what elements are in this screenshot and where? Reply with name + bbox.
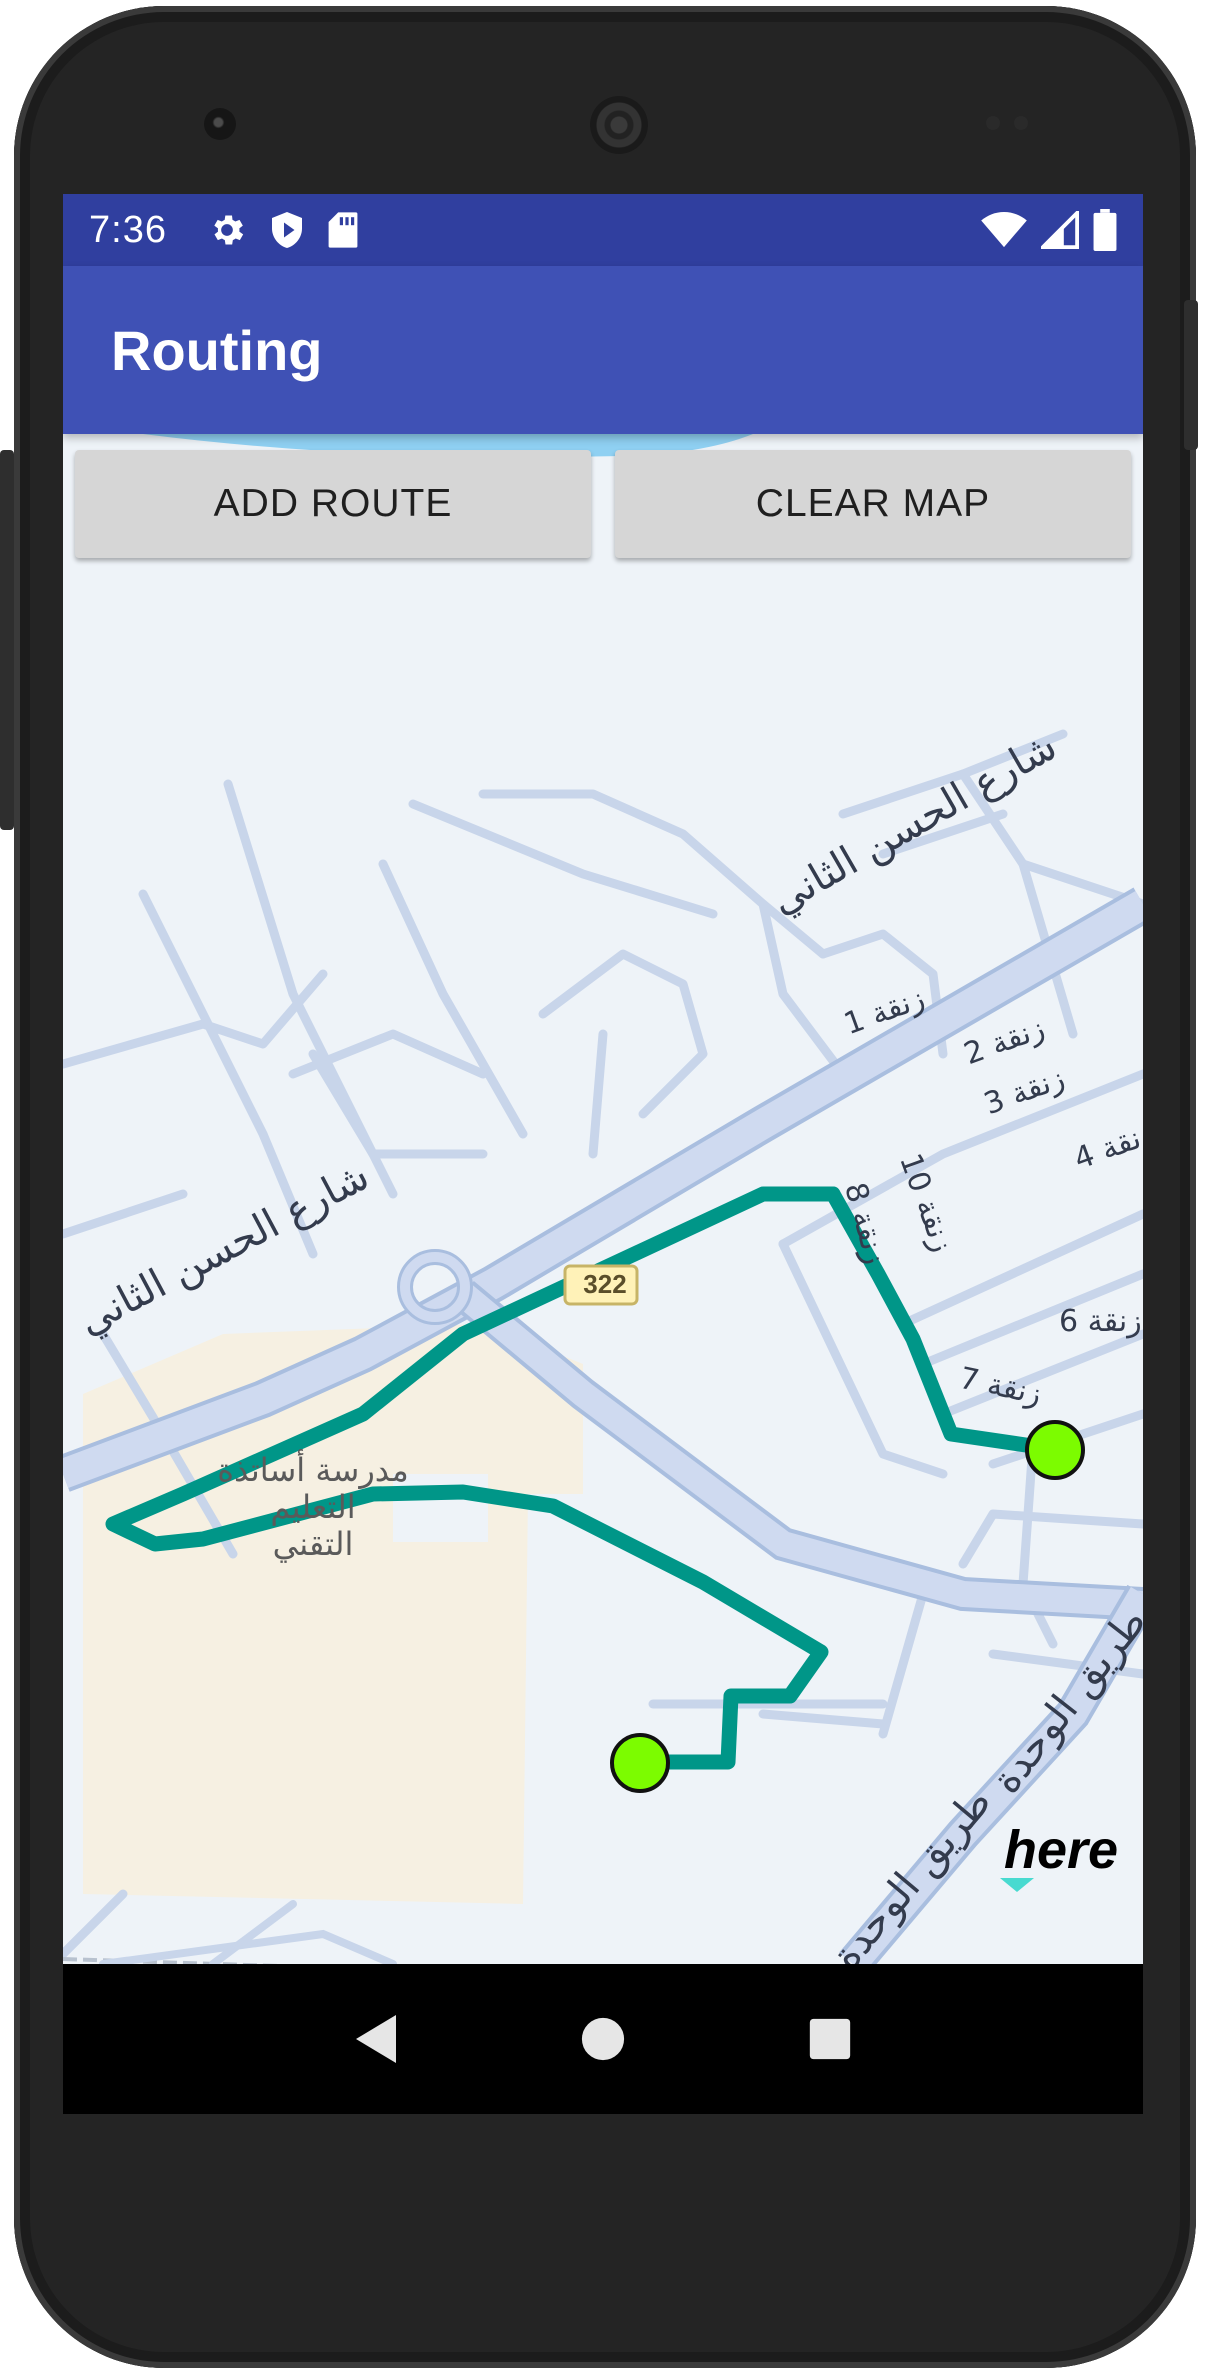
sd-card-icon xyxy=(327,210,359,250)
map-view[interactable] xyxy=(63,434,1143,1964)
here-logo: here xyxy=(998,1816,1118,1900)
light-sensor xyxy=(1014,116,1028,130)
volume-button xyxy=(0,450,14,830)
proximity-sensor xyxy=(986,116,1000,130)
back-icon[interactable] xyxy=(336,1999,416,2079)
status-bar: 7:36 xyxy=(63,194,1143,266)
clear-map-button[interactable]: CLEAR MAP xyxy=(615,450,1131,558)
road-shield-number: 322 xyxy=(583,1269,627,1299)
shield-icon xyxy=(269,210,305,250)
app-title: Routing xyxy=(111,318,323,382)
battery-icon xyxy=(1093,209,1117,251)
home-icon[interactable] xyxy=(563,1999,643,2079)
front-camera xyxy=(204,108,236,140)
wifi-icon xyxy=(981,211,1027,249)
svg-text:here: here xyxy=(1004,1820,1118,1880)
earpiece-speaker xyxy=(590,96,648,154)
power-button xyxy=(1184,300,1198,450)
recents-icon[interactable] xyxy=(790,1999,870,2079)
poi-label-line-2: التعليم xyxy=(270,1488,356,1526)
alley-label-6: زنقة 6 xyxy=(1059,1304,1142,1339)
settings-icon xyxy=(207,210,247,250)
status-time: 7:36 xyxy=(89,208,167,251)
poi-label-line-3: التقني xyxy=(272,1525,354,1563)
app-bar: Routing xyxy=(63,266,1143,434)
screen: شارع الحسن الثاني شارع الحسن الثاني 322 … xyxy=(63,194,1143,2114)
poi-label-line-1: مدرسة أساتذة xyxy=(217,1451,409,1489)
navigation-bar xyxy=(63,1964,1143,2114)
add-route-button[interactable]: ADD ROUTE xyxy=(75,450,591,558)
signal-icon xyxy=(1041,211,1079,249)
poi-label-school: مدرسة أساتذة التعليم التقني xyxy=(203,1452,423,1563)
